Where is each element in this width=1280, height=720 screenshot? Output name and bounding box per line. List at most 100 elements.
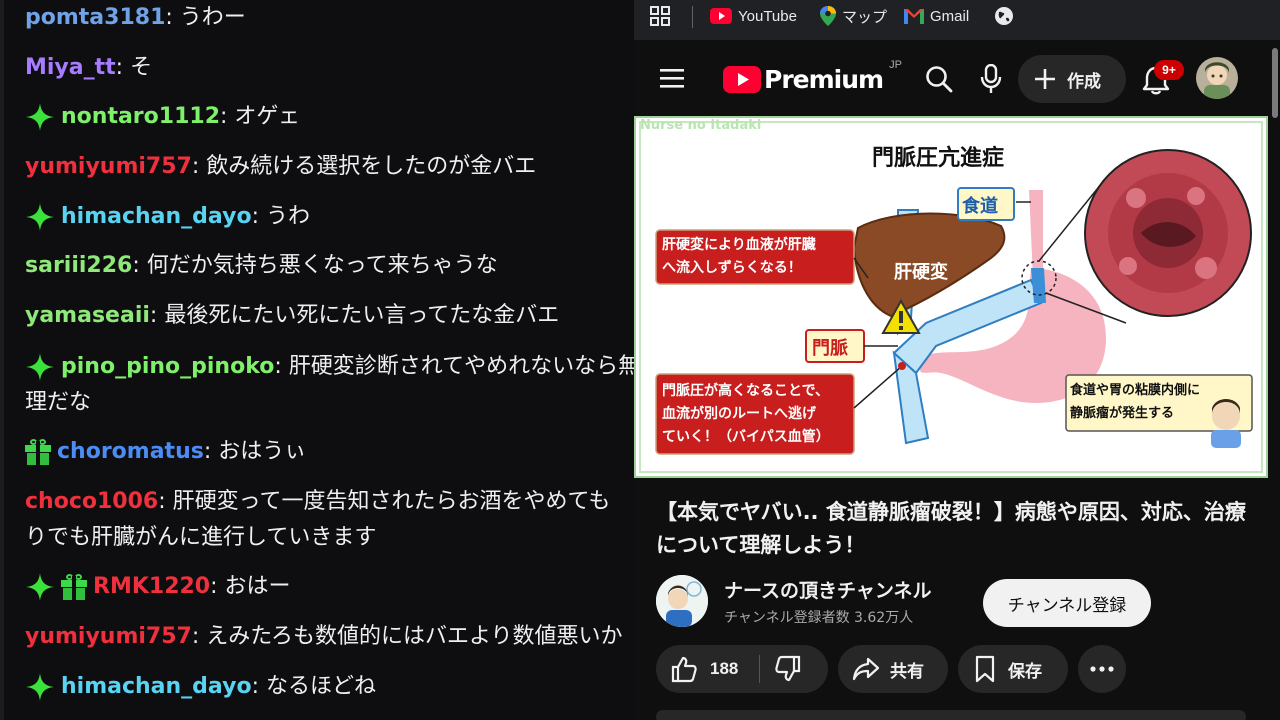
chat-username[interactable]: yamaseaii <box>25 303 150 328</box>
chat-text: おはー <box>224 574 291 599</box>
thumbnail-label-liver: 肝硬変 <box>894 262 948 283</box>
maps-pin-icon <box>820 6 836 26</box>
save-button[interactable]: 保存 <box>958 645 1068 693</box>
chat-username[interactable]: yumiyumi757 <box>25 624 192 649</box>
gmail-icon <box>904 8 924 24</box>
description-box[interactable] <box>656 710 1246 720</box>
callout-right-line: 食道や胃の粘膜内側に <box>1070 383 1201 398</box>
youtube-header: Premium JP 作成 9+ <box>634 40 1280 116</box>
chat-username[interactable]: sariii226 <box>25 253 132 278</box>
chat-username[interactable]: RMK1220 <box>93 574 210 599</box>
chat-username[interactable]: pino_pino_pinoko <box>61 354 274 379</box>
chat-colon: : <box>165 5 180 30</box>
chat-text: そ <box>130 55 153 80</box>
gift-badge-icon <box>25 439 51 465</box>
chat-username[interactable]: choco1006 <box>25 489 158 514</box>
thumbnail-callout-top: 肝硬変により血液が肝臓 へ流入しずらくなる！ <box>662 234 852 280</box>
create-label: 作成 <box>1067 71 1101 91</box>
chat-text: おはうぃ <box>218 439 307 464</box>
chat-message: himachan_dayo: うわ <box>25 199 634 235</box>
dislike-button[interactable] <box>774 655 802 688</box>
chat-colon: : <box>132 253 147 278</box>
chat-colon: : <box>251 204 266 229</box>
more-horizontal-icon <box>1090 666 1114 672</box>
chat-panel: pomta3181: うわー Miya_tt: そ nontaro1112: オゲェ… <box>0 0 634 720</box>
chat-text: うわー <box>179 5 246 30</box>
page-scrollbar[interactable] <box>1270 40 1280 720</box>
video-thumbnail[interactable]: Nurse no Itadaki 門脈圧亢進症 食道 肝硬変 門脈 肝硬変により… <box>634 116 1268 478</box>
callout-top-line: 肝硬変により血液が肝臓 <box>662 237 816 253</box>
more-actions-button[interactable] <box>1078 645 1126 693</box>
chat-username[interactable]: nontaro1112 <box>61 104 220 129</box>
create-button[interactable]: 作成 <box>1018 55 1126 103</box>
chat-username[interactable]: yumiyumi757 <box>25 154 192 179</box>
chat-username[interactable]: himachan_dayo <box>61 674 252 699</box>
apps-grid-icon[interactable] <box>650 0 670 32</box>
chat-message: choromatus: おはうぃ <box>25 434 634 470</box>
chat-username[interactable]: himachan_dayo <box>61 204 252 229</box>
bookmark-divider <box>692 6 693 28</box>
bookmark-gmail-label: Gmail <box>930 7 970 25</box>
bookmark-youtube[interactable]: YouTube <box>710 0 797 32</box>
chat-text-continuation: りでも肝臓がんに進行していきます <box>25 525 377 550</box>
chat-text: 何だか気持ち悪くなって来ちゃうな <box>146 253 498 278</box>
chat-colon: : <box>220 104 235 129</box>
chat-message: yumiyumi757: えみたろも数値的にはバエより数値悪いか <box>25 619 634 655</box>
chat-message: himachan_dayo: なるほどね <box>25 669 634 705</box>
sparkle-badge-icon <box>26 573 54 601</box>
chat-colon: : <box>210 574 225 599</box>
scrollbar-thumb[interactable] <box>1272 48 1278 118</box>
share-button[interactable]: 共有 <box>838 645 948 693</box>
search-icon[interactable] <box>922 62 956 96</box>
channel-name[interactable]: ナースの頂きチャンネル <box>724 576 931 603</box>
chat-text: 最後死にたい死にたい言ってたな金バエ <box>164 303 560 328</box>
chat-username[interactable]: choromatus <box>57 439 204 464</box>
like-button[interactable]: 188 <box>656 645 738 693</box>
youtube-premium-logo[interactable]: Premium JP <box>723 59 902 96</box>
chat-username[interactable]: Miya_tt <box>25 55 116 80</box>
notification-badge: 9+ <box>1154 60 1184 80</box>
channel-avatar[interactable] <box>656 575 708 627</box>
youtube-icon <box>710 8 732 24</box>
chat-colon: : <box>158 489 173 514</box>
bookmark-maps-label: マップ <box>842 8 888 26</box>
chat-text: 肝硬変診断されてやめれないなら無 <box>288 354 634 379</box>
callout-top-line: へ流入しずらくなる！ <box>662 260 802 276</box>
plus-icon <box>1035 69 1055 89</box>
chat-colon: : <box>115 55 131 80</box>
chat-text: 飲み続ける選択をしたのが金バエ <box>206 154 537 179</box>
chat-text-continuation: 理だな <box>25 390 92 415</box>
thumbnail-callout-bottom: 門脈圧が高くなることで、 血流が別のルートへ逃げ ていく！（バイパス血管） <box>662 380 852 449</box>
subscriber-count: チャンネル登録者数 3.62万人 <box>724 610 914 626</box>
subscribe-button[interactable]: チャンネル登録 <box>983 579 1151 627</box>
chat-message: yamaseaii: 最後死にたい死にたい言ってたな金バエ <box>25 298 634 334</box>
thumbnail-heading: 門脈圧亢進症 <box>872 146 1005 171</box>
chat-message: sariii226: 何だか気持ち悪くなって来ちゃうな <box>25 248 634 284</box>
mic-icon[interactable] <box>974 62 1008 96</box>
globe-icon <box>995 7 1013 25</box>
chat-edge <box>0 0 4 720</box>
chat-username[interactable]: pomta3181 <box>25 5 165 30</box>
browser-window: YouTube マップ Gmail Premium JP 作成 9+ Nurse… <box>634 0 1280 720</box>
callout-bottom-line: ていく！（バイパス血管） <box>662 429 830 445</box>
chat-message: yumiyumi757: 飲み続ける選択をしたのが金バエ <box>25 149 634 185</box>
callout-right-line: 静脈瘤が発生する <box>1070 406 1175 421</box>
thumbnail-label-esophagus: 食道 <box>962 196 998 217</box>
chat-message: choco1006: 肝硬変って一度告知されたらお酒をやめても りでも肝臓がんに進… <box>25 484 634 556</box>
callout-bottom-line: 血流が別のルートへ逃げ <box>662 406 816 422</box>
like-divider <box>759 655 760 683</box>
menu-icon[interactable] <box>656 62 688 94</box>
chat-text: えみたろも数値的にはバエより数値悪いか <box>206 624 623 649</box>
bookmark-maps[interactable]: マップ <box>820 0 887 32</box>
chat-text: なるほどね <box>265 674 376 699</box>
bookmark-globe[interactable] <box>994 0 1014 32</box>
callout-bottom-line: 門脈圧が高くなることで、 <box>662 383 830 399</box>
chat-text: うわ <box>265 204 310 229</box>
account-avatar[interactable] <box>1196 57 1238 99</box>
thumbnail-watermark: Nurse no Itadaki <box>640 118 762 133</box>
chat-message: nontaro1112: オゲェ <box>25 99 634 135</box>
sparkle-badge-icon <box>26 203 54 231</box>
video-title: 【本気でヤバい.. 食道静脈瘤破裂！】病態や原因、対応、治療について理解しよう！ <box>656 500 1246 557</box>
bookmark-gmail[interactable]: Gmail <box>904 0 969 32</box>
share-icon <box>852 657 880 681</box>
